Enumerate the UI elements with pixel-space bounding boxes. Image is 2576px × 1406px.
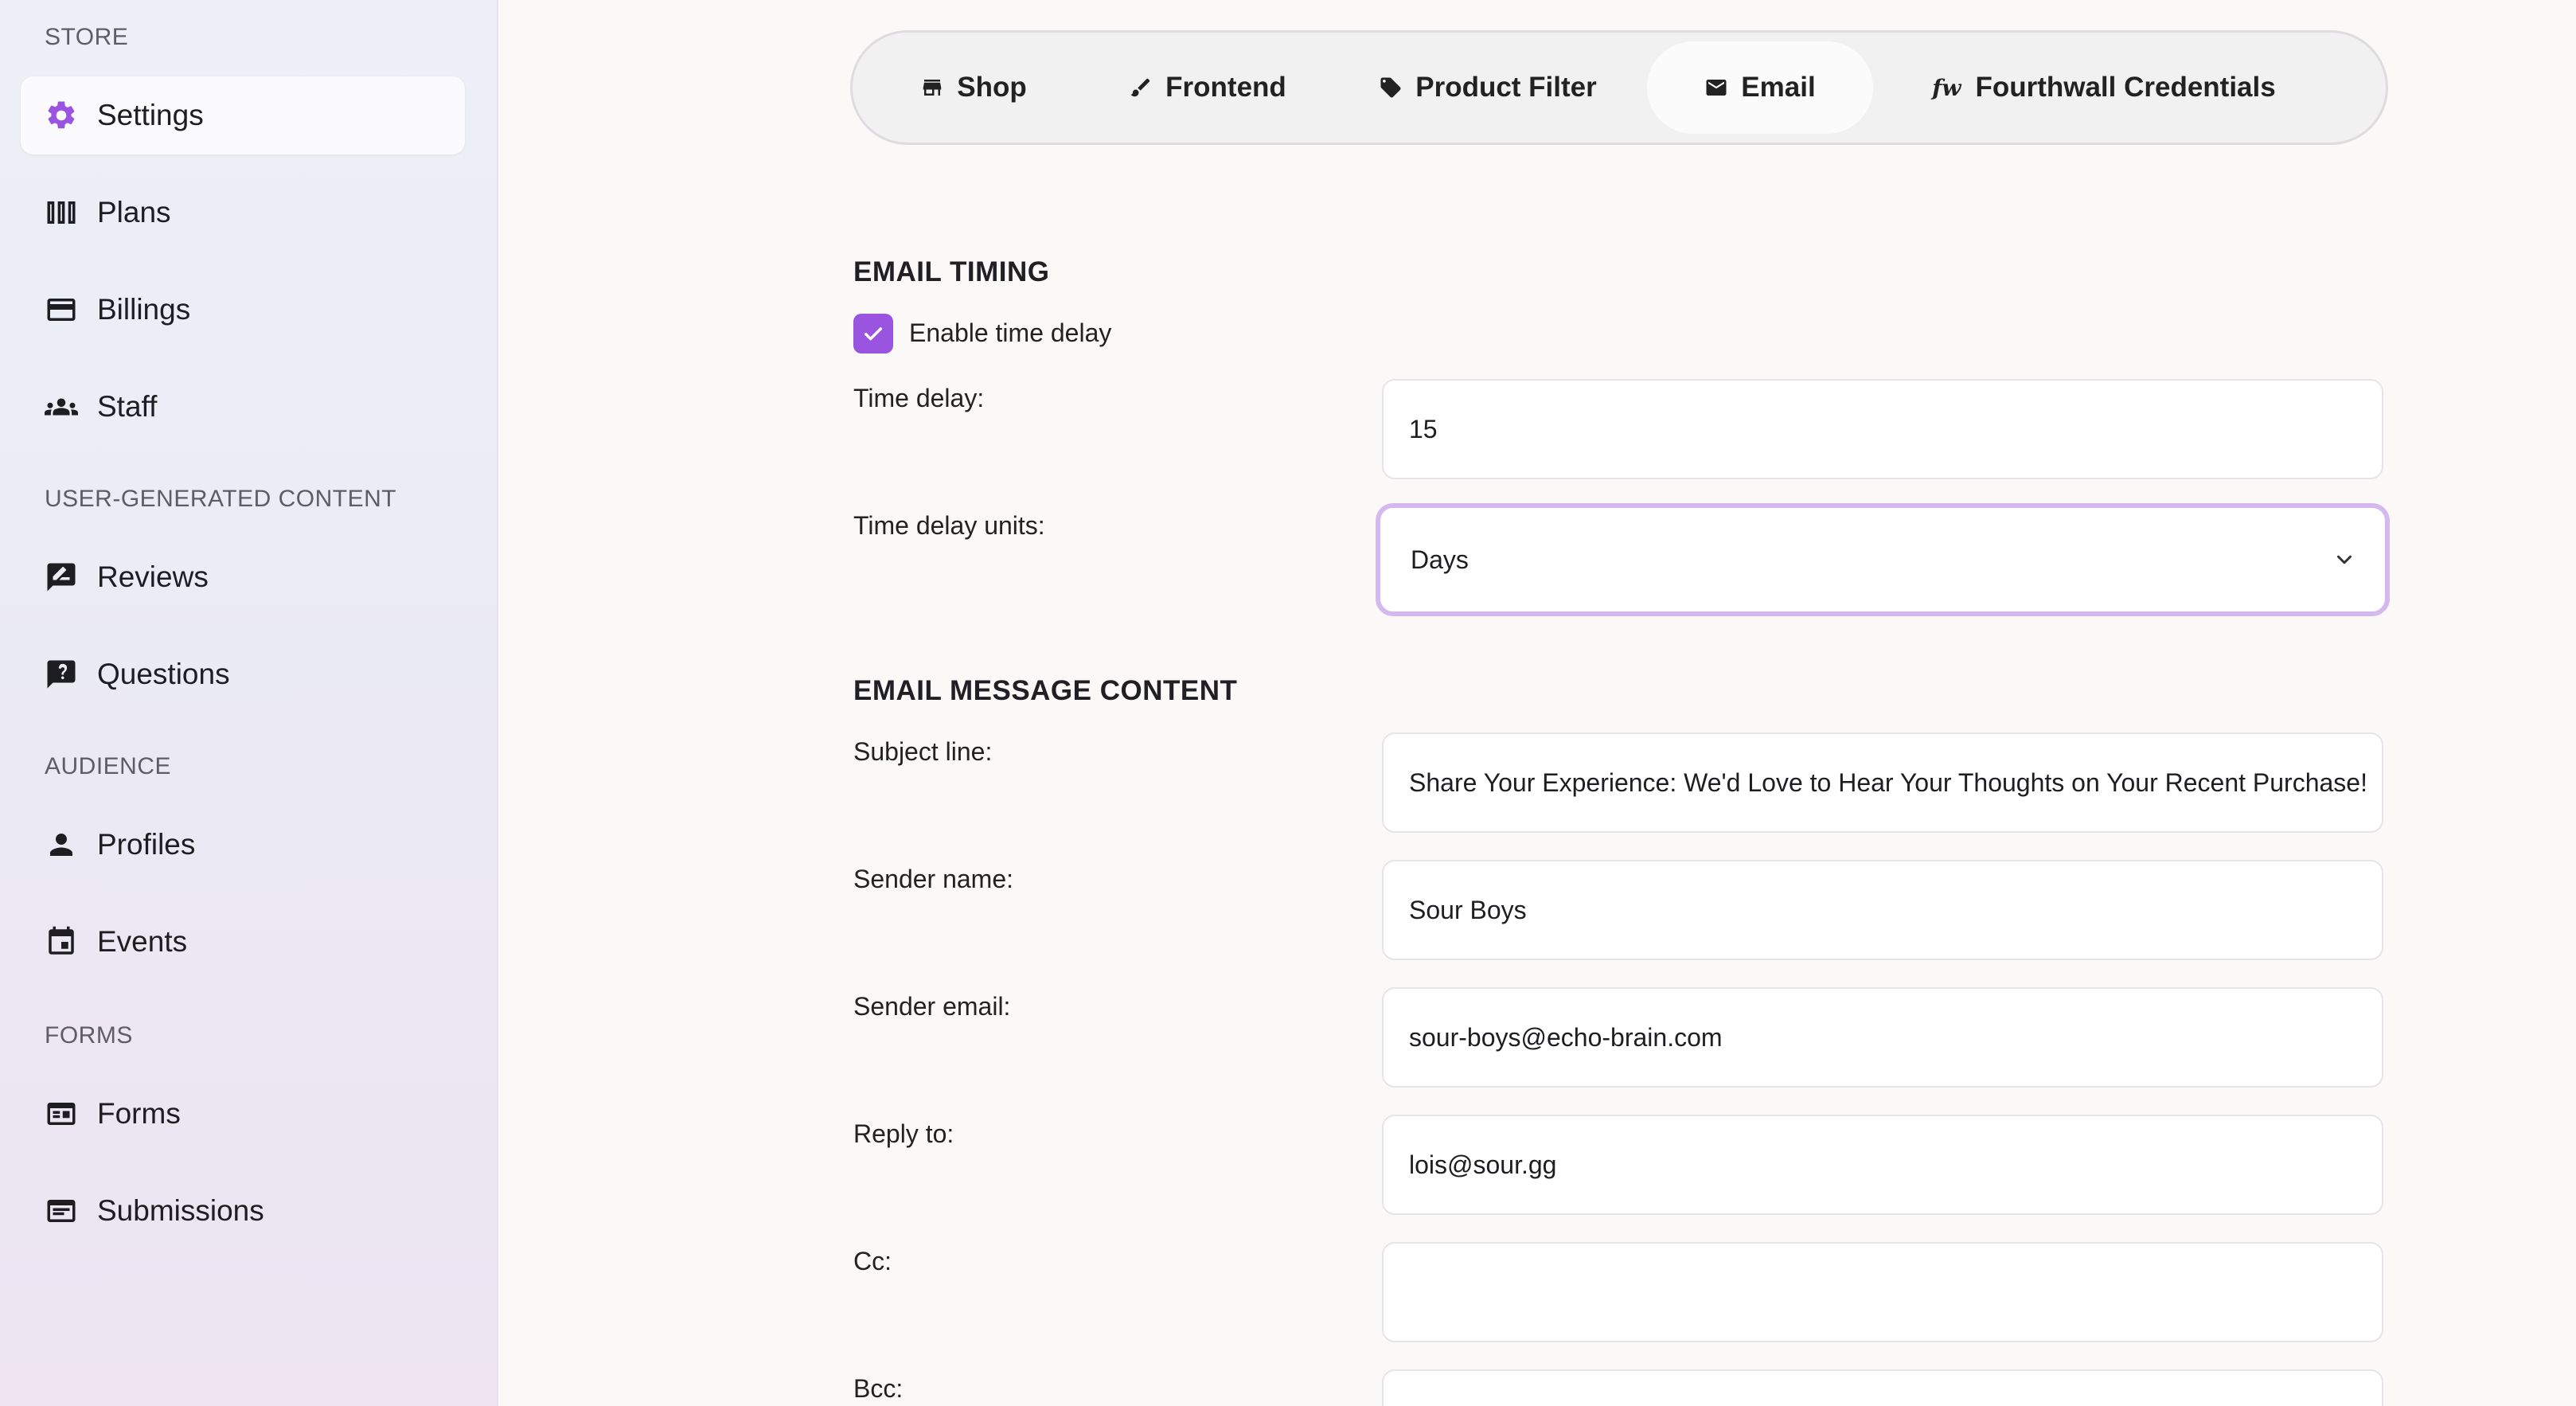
mail-icon [1706, 80, 1727, 96]
section-title-audience: AUDIENCE [45, 753, 172, 779]
tab-fourthwall-credentials[interactable]: fw Fourthwall Credentials [1873, 41, 2335, 134]
tab-email[interactable]: Email [1647, 41, 1873, 134]
question-icon [43, 656, 80, 693]
sidebar-item-questions[interactable]: Questions [21, 635, 465, 713]
rate-review-icon [43, 559, 80, 596]
time-delay-input[interactable]: 15 [1382, 379, 2383, 479]
section-title-store: STORE [45, 24, 129, 50]
reply-to-input[interactable]: lois@sour.gg [1382, 1115, 2383, 1215]
sidebar-item-label: Forms [97, 1097, 181, 1130]
fourthwall-icon: fw [1932, 74, 1961, 101]
sidebar-item-label: Questions [97, 658, 230, 690]
sender-email-label: Sender email: [853, 992, 1011, 1021]
tab-label: Fourthwall Credentials [1975, 72, 2276, 103]
section-title-ugc: USER-GENERATED CONTENT [45, 486, 397, 512]
time-delay-units-select[interactable]: Days [1376, 503, 2390, 616]
tab-label: Shop [957, 72, 1027, 103]
tab-label: Product Filter [1415, 72, 1597, 103]
sidebar-item-label: Reviews [97, 560, 209, 593]
submissions-icon [43, 1193, 80, 1229]
sender-name-input[interactable]: Sour Boys [1382, 860, 2383, 960]
sidebar-item-label: Settings [97, 99, 204, 131]
sidebar-item-label: Billings [97, 293, 191, 326]
sidebar-item-reviews[interactable]: Reviews [21, 538, 465, 616]
enable-time-delay-checkbox[interactable] [853, 314, 893, 353]
tab-label: Frontend [1165, 72, 1286, 103]
tab-label: Email [1741, 72, 1816, 103]
sidebar-item-label: Submissions [97, 1194, 264, 1227]
sidebar-item-submissions[interactable]: Submissions [21, 1172, 465, 1250]
subject-line-label: Subject line: [853, 737, 993, 766]
calendar-icon [43, 924, 80, 960]
sidebar-item-label: Events [97, 925, 188, 958]
group-icon [43, 389, 80, 425]
enable-time-delay-label[interactable]: Enable time delay [909, 318, 1111, 348]
sender-name-label: Sender name: [853, 865, 1014, 893]
email-timing-heading: EMAIL TIMING [853, 256, 1050, 287]
time-delay-units-value: Days [1411, 545, 1469, 574]
bcc-label: Bcc: [853, 1374, 904, 1403]
email-message-content-heading: EMAIL MESSAGE CONTENT [853, 675, 1238, 706]
checkmark-icon [864, 327, 883, 341]
time-delay-label: Time delay: [853, 384, 985, 412]
gear-icon [43, 97, 80, 134]
time-delay-units-label: Time delay units: [853, 511, 1045, 540]
sender-email-input[interactable]: sour-boys@echo-brain.com [1382, 987, 2383, 1088]
cc-label: Cc: [853, 1247, 892, 1275]
cc-input[interactable] [1382, 1242, 2383, 1342]
tab-shop[interactable]: Shop [861, 41, 1087, 134]
settings-tabs: Shop Frontend Product Filter Email fw Fo… [850, 30, 2388, 145]
tab-product-filter[interactable]: Product Filter [1329, 41, 1647, 134]
subject-line-input[interactable]: Share Your Experience: We'd Love to Hear… [1382, 732, 2383, 833]
bcc-input[interactable] [1382, 1369, 2383, 1406]
sidebar-item-events[interactable]: Events [21, 903, 465, 981]
credit-card-icon [43, 291, 80, 328]
chevron-down-icon [2337, 555, 2352, 564]
store-icon [923, 80, 942, 96]
columns-icon [43, 194, 80, 231]
sidebar-item-profiles[interactable]: Profiles [21, 806, 465, 884]
sidebar-item-label: Plans [97, 196, 171, 228]
tag-icon [1380, 77, 1401, 98]
sidebar-item-staff[interactable]: Staff [21, 368, 465, 446]
sidebar-item-forms[interactable]: Forms [21, 1075, 465, 1153]
brush-icon [1130, 78, 1150, 97]
sidebar-item-billings[interactable]: Billings [21, 271, 465, 349]
reply-to-label: Reply to: [853, 1119, 954, 1148]
form-icon [43, 1096, 80, 1132]
sidebar-item-settings[interactable]: Settings [21, 76, 465, 154]
person-icon [43, 826, 80, 863]
sidebar-item-plans[interactable]: Plans [21, 174, 465, 252]
section-title-forms: FORMS [45, 1022, 133, 1049]
tab-frontend[interactable]: Frontend [1087, 41, 1329, 134]
sidebar-item-label: Staff [97, 390, 158, 423]
sidebar: STORE Settings Plans Billings Staff USER… [0, 0, 498, 1406]
sidebar-item-label: Profiles [97, 828, 196, 861]
